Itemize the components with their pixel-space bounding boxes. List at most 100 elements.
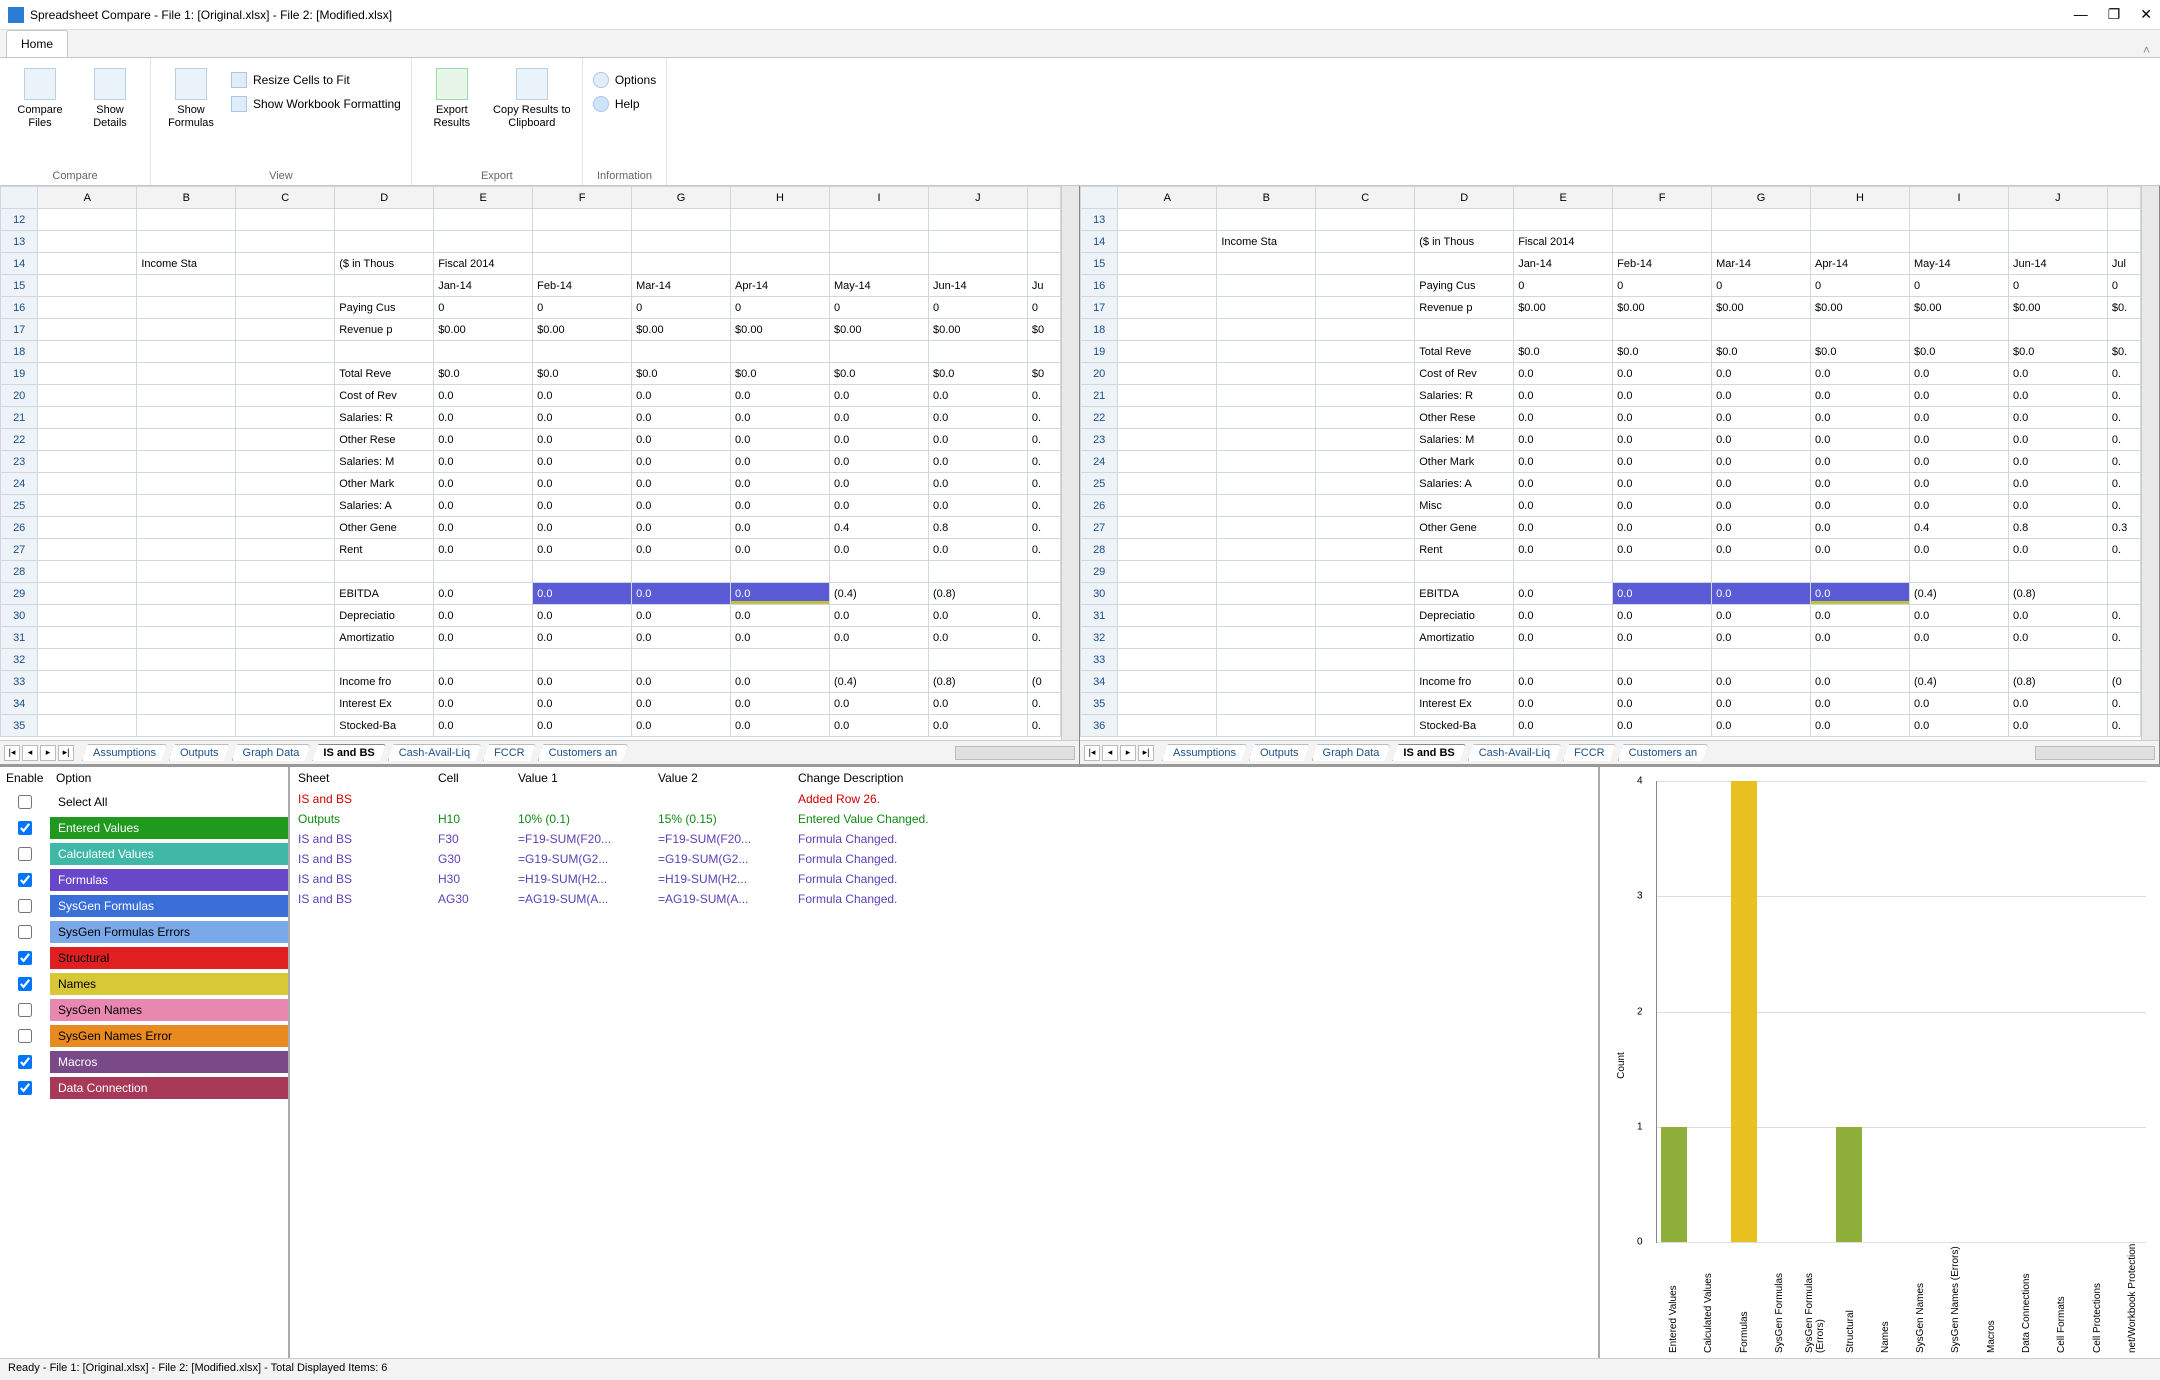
cell[interactable]: $0.0: [1613, 341, 1712, 363]
cell[interactable]: (0.4): [1910, 671, 2009, 693]
cell[interactable]: Fiscal 2014: [434, 253, 533, 275]
cell[interactable]: 0.0: [830, 429, 929, 451]
cell[interactable]: [38, 715, 137, 737]
cell[interactable]: 0.0: [1514, 473, 1613, 495]
cell[interactable]: 0.: [1027, 451, 1060, 473]
cell[interactable]: 0.0: [731, 495, 830, 517]
cell[interactable]: 0.0: [1811, 715, 1910, 737]
cell[interactable]: Other Mark: [335, 473, 434, 495]
cell[interactable]: 0.: [2107, 605, 2140, 627]
cell[interactable]: 0.: [1027, 429, 1060, 451]
cell[interactable]: 0: [1613, 275, 1712, 297]
option-checkbox[interactable]: [18, 899, 32, 913]
option-label[interactable]: Structural: [50, 947, 288, 969]
cell[interactable]: [1027, 583, 1060, 605]
cell[interactable]: 0.0: [2008, 605, 2107, 627]
option-label[interactable]: Calculated Values: [50, 843, 288, 865]
cell[interactable]: 0.0: [2008, 539, 2107, 561]
cell[interactable]: [928, 253, 1027, 275]
cell[interactable]: $0.0: [928, 363, 1027, 385]
cell[interactable]: May-14: [1910, 253, 2009, 275]
cell[interactable]: Rent: [1415, 539, 1514, 561]
diff-row[interactable]: IS and BSH30=H19-SUM(H2...=H19-SUM(H2...…: [290, 869, 1598, 889]
cell[interactable]: [38, 341, 137, 363]
cell[interactable]: [1217, 495, 1316, 517]
cell[interactable]: 0.0: [731, 671, 830, 693]
cell[interactable]: 0.0: [1811, 583, 1910, 605]
cell[interactable]: Income fro: [335, 671, 434, 693]
minimize-button[interactable]: —: [2074, 6, 2088, 23]
cell[interactable]: [1910, 231, 2009, 253]
cell[interactable]: 0.0: [928, 473, 1027, 495]
cell[interactable]: 0.0: [1811, 363, 1910, 385]
cell[interactable]: 0.0: [731, 583, 830, 605]
cell[interactable]: [1118, 671, 1217, 693]
cell[interactable]: 0.: [1027, 407, 1060, 429]
cell[interactable]: [830, 341, 929, 363]
cell[interactable]: 0.0: [1712, 517, 1811, 539]
cell[interactable]: [137, 407, 236, 429]
cell[interactable]: [137, 275, 236, 297]
cell[interactable]: [1316, 649, 1415, 671]
cell[interactable]: $0.0: [632, 363, 731, 385]
cell[interactable]: [434, 209, 533, 231]
cell[interactable]: Jul: [2107, 253, 2140, 275]
cell[interactable]: 0.0: [632, 451, 731, 473]
cell[interactable]: [1910, 319, 2009, 341]
cell[interactable]: [236, 627, 335, 649]
cell[interactable]: $0.00: [731, 319, 830, 341]
option-checkbox[interactable]: [18, 977, 32, 991]
cell[interactable]: 0.0: [533, 539, 632, 561]
cell[interactable]: [2008, 319, 2107, 341]
sheet-hscroll[interactable]: [955, 746, 1075, 760]
cell[interactable]: [1316, 561, 1415, 583]
cell[interactable]: 0.0: [434, 671, 533, 693]
cell[interactable]: [236, 231, 335, 253]
cell[interactable]: Revenue p: [1415, 297, 1514, 319]
cell[interactable]: [137, 561, 236, 583]
cell[interactable]: 0.0: [928, 495, 1027, 517]
cell[interactable]: 0.0: [731, 429, 830, 451]
option-checkbox[interactable]: [18, 1055, 32, 1069]
cell[interactable]: [1316, 341, 1415, 363]
compare-files-button[interactable]: Compare Files: [10, 66, 70, 130]
cell[interactable]: 0.0: [1712, 451, 1811, 473]
cell[interactable]: 0.0: [1613, 605, 1712, 627]
cell[interactable]: 0.0: [1811, 517, 1910, 539]
cell[interactable]: [1415, 561, 1514, 583]
cell[interactable]: [434, 341, 533, 363]
cell[interactable]: 0.: [1027, 605, 1060, 627]
cell[interactable]: [137, 605, 236, 627]
cell[interactable]: 0.0: [434, 385, 533, 407]
cell[interactable]: $0.0: [1712, 341, 1811, 363]
cell[interactable]: [236, 407, 335, 429]
cell[interactable]: [38, 605, 137, 627]
tab-nav-last[interactable]: ▸|: [1138, 745, 1154, 761]
cell[interactable]: 0.0: [2008, 495, 2107, 517]
cell[interactable]: [1118, 715, 1217, 737]
cell[interactable]: [137, 649, 236, 671]
cell[interactable]: 0.0: [1910, 715, 2009, 737]
cell[interactable]: $0.0: [533, 363, 632, 385]
cell[interactable]: [236, 275, 335, 297]
cell[interactable]: [1217, 385, 1316, 407]
show-wb-formatting-button[interactable]: Show Workbook Formatting: [231, 94, 401, 114]
cell[interactable]: 0.0: [632, 583, 731, 605]
cell[interactable]: 0.: [1027, 495, 1060, 517]
cell[interactable]: [1316, 473, 1415, 495]
cell[interactable]: (0.4): [1910, 583, 2009, 605]
cell[interactable]: [1217, 605, 1316, 627]
sheet-tab[interactable]: Cash-Avail-Liq: [388, 744, 481, 761]
cell[interactable]: Income Sta: [137, 253, 236, 275]
diff-row[interactable]: IS and BSAdded Row 26.: [290, 789, 1598, 809]
cell[interactable]: [533, 341, 632, 363]
cell[interactable]: 0: [1811, 275, 1910, 297]
cell[interactable]: [2107, 561, 2140, 583]
cell[interactable]: 0.4: [830, 517, 929, 539]
cell[interactable]: 0.0: [1712, 539, 1811, 561]
cell[interactable]: [1217, 693, 1316, 715]
sheet-tab[interactable]: Customers an: [1618, 744, 1708, 761]
cell[interactable]: Apr-14: [731, 275, 830, 297]
cell[interactable]: $0.0: [731, 363, 830, 385]
cell[interactable]: 0.0: [434, 495, 533, 517]
